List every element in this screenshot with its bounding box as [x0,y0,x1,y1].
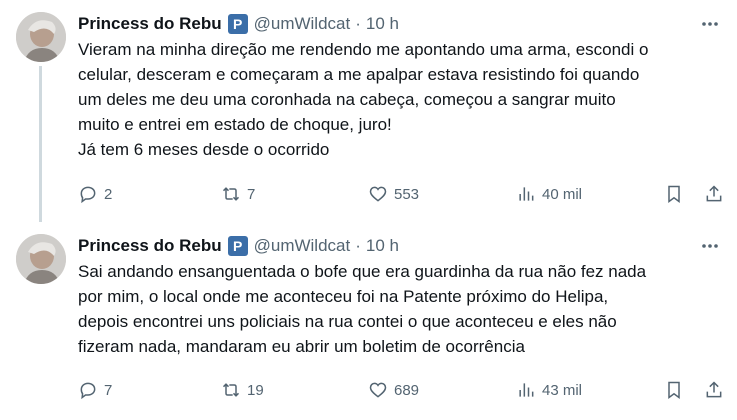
retweet-icon [222,187,240,201]
like-count: 553 [394,185,420,203]
bookmark-button[interactable] [664,379,684,401]
more-icon [702,244,718,248]
more-button[interactable] [699,235,721,257]
avatar[interactable] [16,12,66,62]
share-icon [706,381,722,398]
author-name[interactable]: Princess do Rebu [78,14,222,34]
bookmark-button[interactable] [664,183,684,205]
retweet-icon [222,383,240,397]
tweet-text: Sai andando ensanguentada o bofe que era… [78,259,721,359]
tweet-text-line: Já tem 6 meses desde o ocorrido [78,140,330,159]
reply-icon [80,186,96,204]
reply-count: 7 [104,381,113,399]
more-button[interactable] [699,13,721,35]
author-handle[interactable]: @umWildcat [254,14,351,34]
views-icon [519,187,534,201]
tweet-text-line: um deles me deu uma coronhada na cabeça,… [78,90,616,109]
tweet-text-line: celular, desceram e começaram a me apalp… [78,65,640,84]
bookmark-icon [668,381,680,399]
retweet-count: 19 [247,381,264,399]
views-count: 40 mil [542,185,583,203]
share-button[interactable] [704,379,724,401]
separator: · [355,14,361,33]
reply-icon [80,382,96,400]
tweet-actions: 7 19 689 43 mil [78,379,724,401]
tweet-text-line: Vieram na minha direção me rendendo me a… [78,40,649,59]
like-icon [369,382,387,398]
tweet-content: Princess do Rebu P @umWildcat · 10 h Sai… [78,235,721,359]
like-button[interactable]: 689 [368,379,419,401]
affiliate-badge[interactable]: P [227,236,248,256]
like-button[interactable]: 553 [368,183,419,205]
retweet-button[interactable]: 19 [221,379,264,401]
views-button[interactable]: 43 mil [516,379,582,401]
separator: · [355,236,361,255]
tweet-text-line: depois encontrei uns policiais na rua co… [78,312,617,331]
views-count: 43 mil [542,381,583,399]
timestamp[interactable]: 10 h [366,236,399,256]
tweet-header: Princess do Rebu P @umWildcat · 10 h [78,13,721,35]
like-count: 689 [394,381,420,399]
avatar[interactable] [16,234,66,284]
retweet-count: 7 [247,185,256,203]
more-icon [702,22,718,26]
tweet-text-line: muito e entrei em estado de choque, juro… [78,115,392,134]
tweet[interactable]: Princess do Rebu P @umWildcat · 10 h Vie… [0,0,737,222]
tweet-text-line: fizeram nada, mandaram eu abrir um bolet… [78,337,525,356]
timestamp[interactable]: 10 h [366,14,399,34]
like-icon [369,186,387,202]
tweet-text-line: Sai andando ensanguentada o bofe que era… [78,262,647,281]
reply-button[interactable]: 2 [78,183,112,205]
tweet-text-line: por mim, o local onde me aconteceu foi n… [78,287,609,306]
author-name[interactable]: Princess do Rebu [78,236,222,256]
author-handle[interactable]: @umWildcat [254,236,351,256]
views-button[interactable]: 40 mil [516,183,582,205]
tweet-content: Princess do Rebu P @umWildcat · 10 h Vie… [78,13,721,162]
reply-count: 2 [104,185,113,203]
retweet-button[interactable]: 7 [221,183,255,205]
thread-line [39,66,42,222]
share-icon [706,185,722,202]
tweet-header: Princess do Rebu P @umWildcat · 10 h [78,235,721,257]
views-icon [519,383,534,397]
affiliate-badge[interactable]: P [227,14,248,34]
share-button[interactable] [704,183,724,205]
tweet-text: Vieram na minha direção me rendendo me a… [78,37,721,162]
tweet-actions: 2 7 553 40 mil [78,183,724,205]
tweet[interactable]: Princess do Rebu P @umWildcat · 10 h Sai… [0,222,737,420]
reply-button[interactable]: 7 [78,379,112,401]
bookmark-icon [668,185,680,203]
